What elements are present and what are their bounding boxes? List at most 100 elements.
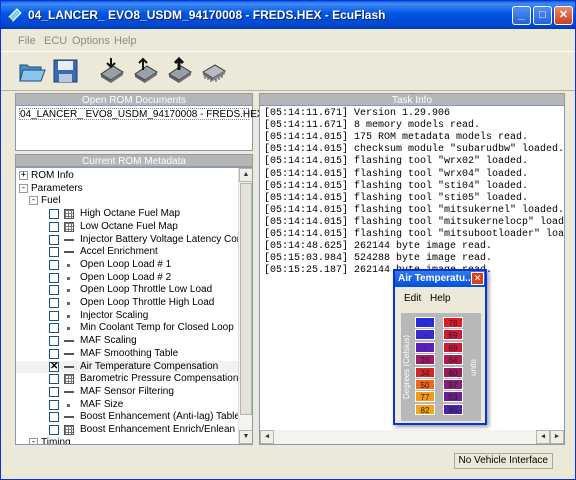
tree-item-label: MAF Scaling [80,335,137,347]
collapse-icon[interactable]: - [19,183,28,193]
tree-item[interactable]: Open Loop Throttle Low Load [16,284,240,296]
tree-item[interactable]: Accel Enrichment [16,246,240,258]
tree-checkbox[interactable] [49,399,59,410]
tree-checkbox[interactable] [49,285,59,296]
tree-checkbox[interactable] [49,310,59,321]
tree-checkbox[interactable] [49,412,59,423]
tree-checkbox[interactable] [49,259,59,270]
tree-checkbox[interactable] [49,425,59,435]
tree-item[interactable]: MAF Smoothing Table [16,348,240,360]
tree-checkbox[interactable] [49,348,59,359]
tree-checkbox[interactable] [49,221,59,232]
tree-item[interactable]: Open Loop Load # 2 [16,272,240,284]
table-3d-icon [64,374,74,385]
tree-checkbox[interactable] [49,323,59,334]
air-temp-table-window[interactable]: Air Temperatu... ✕ Edit Help Degrees (Ce… [393,269,487,425]
value-cell[interactable]: 60 [443,366,463,378]
read-rom-icon[interactable] [97,56,127,86]
value-cell[interactable]: 53 [443,391,463,403]
table-area: Degrees (Celsius) units -78-69-69 20 64 34 6… [401,313,481,421]
test-write-icon[interactable] [131,56,161,86]
tree-item[interactable]: + ROM Info [16,170,240,182]
tree-item[interactable]: Open Loop Throttle High Load [16,297,240,309]
value-cell[interactable]: 78 [443,317,463,328]
tree-item[interactable]: - Parameters [16,183,240,195]
value-icon [64,273,74,283]
minimize-button[interactable]: _ [512,6,531,25]
tree-item[interactable]: Boost Enhancement (Anti-lag) Table [16,411,240,423]
menu-help[interactable]: Help [114,35,137,47]
title-bar[interactable]: 04_LANCER_ EVO8_USDM_94170008 - FREDS.HE… [1,1,575,29]
tree-item[interactable]: Low Octane Fuel Map [16,221,240,233]
maximize-button[interactable]: □ [533,6,552,25]
log-line: [05:14:14.015] flashing tool "mitsukerne… [264,204,565,216]
axis-cell[interactable]: 82 [415,403,435,415]
value-cell[interactable]: 57 [443,379,463,390]
tree-item[interactable]: High Octane Fuel Map [16,208,240,220]
popup-close-button[interactable]: ✕ [471,272,484,285]
tree-checkbox[interactable] [49,298,59,308]
menu-ecu[interactable]: ECU [44,35,67,47]
tree-item[interactable]: Barometric Pressure Compensation [16,373,240,385]
collapse-icon[interactable]: - [29,196,38,206]
tree-item-label: Injector Battery Voltage Latency Com... [80,233,253,245]
tree-item[interactable]: ✕ Air Temperature Compensation [16,360,240,373]
tree-checkbox[interactable] [49,386,59,397]
tree-item[interactable]: Boost Enhancement Enrich/Enlean (An... [16,424,252,436]
save-icon[interactable] [51,56,81,86]
axis-cell[interactable]: 20 [415,354,435,366]
tree-item[interactable]: - Timing [16,437,240,444]
tree-item[interactable]: MAF Sensor Filtering [16,386,240,398]
expand-icon[interactable]: + [19,171,28,180]
scroll-left-button[interactable]: ◀ [260,430,274,444]
tree-item[interactable]: - Fuel [16,195,240,207]
open-icon[interactable] [17,56,47,86]
tree-checkbox[interactable] [49,234,59,245]
metadata-scrollbar[interactable]: ▲ ▼ [238,168,252,444]
menu-options[interactable]: Options [72,35,110,47]
scroll-down-button[interactable]: ▼ [239,430,252,444]
axis-cell[interactable]: - [415,317,435,328]
scroll-right-button[interactable]: ▶ [550,430,564,444]
value-cell[interactable]: 64 [443,354,463,366]
axis-cell[interactable]: - [415,341,435,353]
axis-cell[interactable]: 34 [415,366,435,378]
tree-checkbox[interactable] [49,336,59,347]
tree-item[interactable]: MAF Scaling [16,335,240,347]
scroll-up-button[interactable]: ▲ [239,168,252,182]
menu-file[interactable]: File [18,35,36,47]
scroll-left-button-2[interactable]: ◀ [536,430,550,444]
log-hscrollbar[interactable]: ◀ ◀ ▶ [260,430,564,444]
scroll-thumb[interactable] [240,183,252,415]
tree-item-label: MAF Size [80,398,124,410]
value-cell[interactable]: 69 [443,329,463,341]
app-icon [8,8,22,22]
value-cell[interactable]: 69 [443,341,463,353]
tree-checkbox[interactable] [49,247,59,258]
tree-checkbox[interactable]: ✕ [49,361,59,372]
table-2d-icon [64,349,74,355]
tree-checkbox[interactable] [49,272,59,283]
tree-item[interactable]: MAF Size [16,399,240,411]
close-button[interactable]: ✕ [554,6,573,25]
tree-checkbox[interactable] [49,374,59,385]
tree-item[interactable]: Injector Battery Voltage Latency Com... [16,234,252,246]
tree-item[interactable]: Min Coolant Temp for Closed Loop [16,322,240,334]
axis-cell[interactable]: 77 [415,391,435,403]
popup-menu-help[interactable]: Help [430,293,451,304]
log-line: [05:14:14.015] flashing tool "sti04" loa… [264,180,529,192]
tree-checkbox[interactable] [49,209,59,220]
tree-item[interactable]: Injector Scaling [16,310,240,322]
chip-icon[interactable] [199,56,229,86]
popup-menu-edit[interactable]: Edit [404,293,421,304]
axis-cell[interactable]: 50 [415,379,435,390]
write-rom-icon[interactable] [165,56,195,86]
value-cell[interactable]: 46 [443,403,463,415]
value-icon [64,400,74,410]
open-rom-item[interactable]: 04_LANCER_ EVO8_USDM_94170008 - FREDS.HE… [19,108,263,120]
log-line: [05:14:14.015] flashing tool "mitsukerne… [264,216,565,228]
main-window: 04_LANCER_ EVO8_USDM_94170008 - FREDS.HE… [0,0,576,480]
tree-item[interactable]: Open Loop Load # 1 [16,259,240,271]
axis-cell[interactable]: - [415,329,435,341]
collapse-icon[interactable]: - [29,437,38,444]
